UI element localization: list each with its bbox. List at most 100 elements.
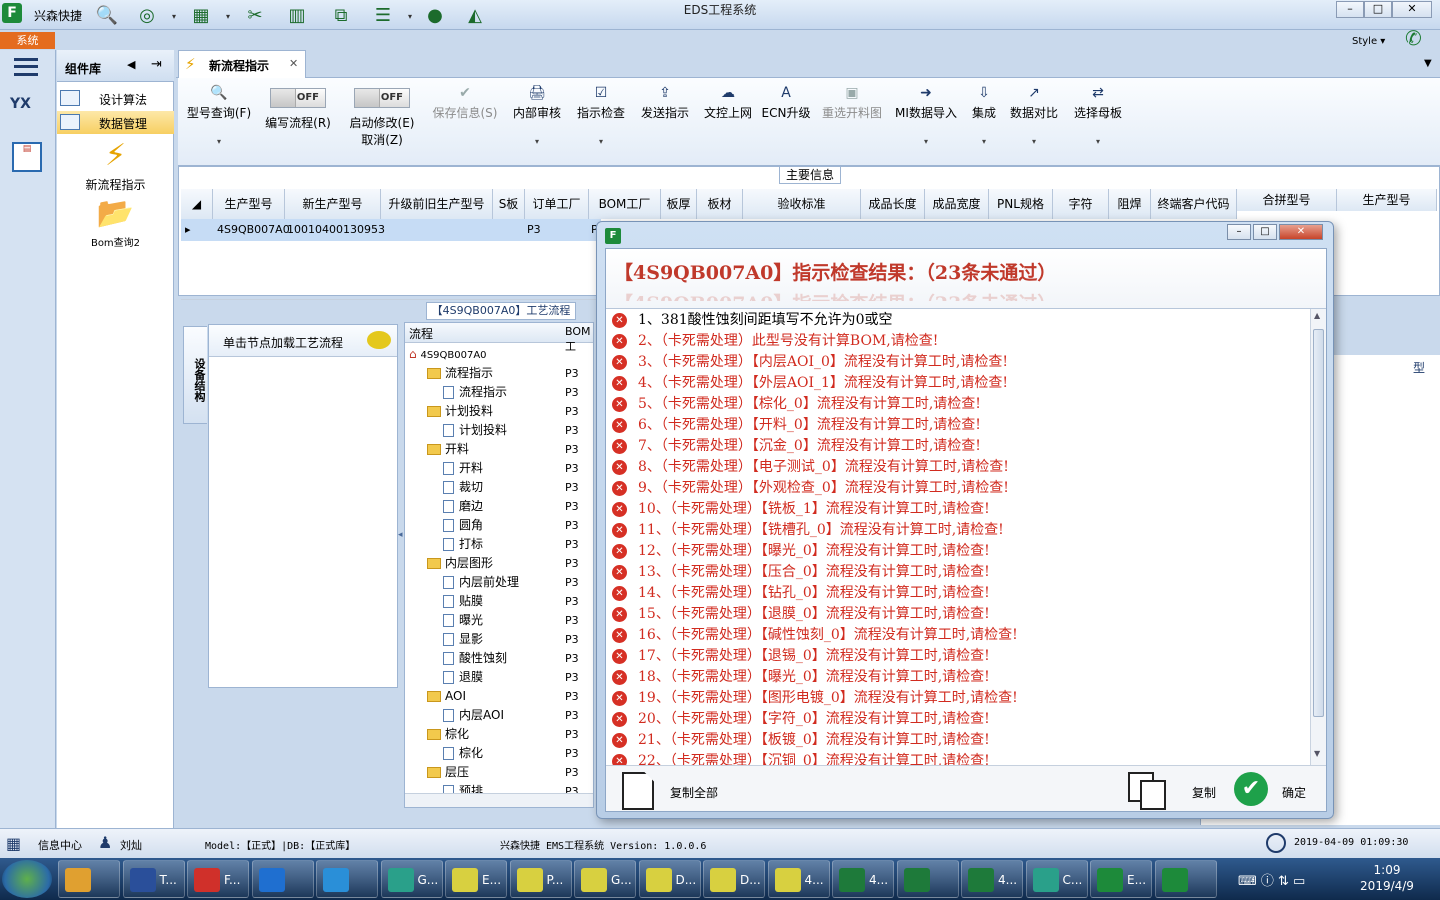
column-header[interactable]: 升级前旧生产型号 [381, 189, 493, 219]
tree-node[interactable]: 曝光 P3 [405, 611, 593, 630]
tree-node[interactable]: 内层前处理 P3 [405, 573, 593, 592]
reselect-cut-diagram-button[interactable]: ▣ 重选开料图 [820, 82, 884, 162]
chevron-down-icon[interactable]: ▾ [226, 12, 230, 21]
style-dropdown[interactable]: Style ▾ [1352, 36, 1385, 47]
tree-node[interactable]: 流程指示 P3 [405, 383, 593, 402]
system-menu-tab[interactable]: 系统 [0, 32, 55, 49]
ecn-upgrade-button[interactable]: A ECN升级 [760, 82, 812, 162]
list-item[interactable]: ✕ 19、（卡死需处理）【图形电镀_0】流程没有计算工时,请检查! [606, 688, 1310, 709]
column-header[interactable]: 合拼型号 [1237, 189, 1337, 211]
taskbar-button[interactable] [251, 860, 314, 898]
table-row[interactable]: ▸ 4S9QB007A0 10010400130953 P3 P [181, 219, 601, 241]
scroll-up-icon[interactable]: ▲ [1314, 311, 1320, 320]
taskbar-button[interactable]: 4... [961, 860, 1023, 898]
chevron-down-icon[interactable]: ▾ [182, 137, 256, 146]
list-item[interactable]: ✕ 4、（卡死需处理）【外层AOI_1】流程没有计算工时,请检查! [606, 373, 1310, 394]
tree-node[interactable]: AOI P3 [405, 687, 593, 706]
list-item[interactable]: ✕ 10、（卡死需处理）【铣板_1】流程没有计算工时,请检查! [606, 499, 1310, 520]
chevron-down-icon[interactable]: ▾ [172, 12, 176, 21]
tree-root-node[interactable]: ⌂ 4S9QB007A0 [405, 345, 593, 364]
taskbar-button[interactable] [58, 860, 120, 898]
send-instruction-button[interactable]: ⇪ 发送指示 [636, 82, 694, 162]
tab-equipment-structure[interactable]: 设备结构 [183, 326, 207, 424]
tree-node[interactable]: 内层AOI P3 [405, 706, 593, 725]
tree-node[interactable]: 棕化 P3 [405, 744, 593, 763]
list-item[interactable]: ✕ 9、（卡死需处理）【外观检查_0】流程没有计算工时,请检查! [606, 478, 1310, 499]
dialog-maximize-button[interactable]: □ [1253, 224, 1277, 240]
integrate-button[interactable]: ⇩ 集成 ▾ [966, 82, 1002, 162]
taskbar-button[interactable]: F... [187, 860, 249, 898]
ok-button[interactable]: 确定 [1282, 784, 1306, 801]
tree-node[interactable]: 计划投料 P3 [405, 421, 593, 440]
bom-query-button[interactable]: 📂 Bom查询2 [57, 196, 174, 249]
copy-icon[interactable] [1128, 772, 1168, 810]
tree-node[interactable]: 圆角 P3 [405, 516, 593, 535]
column-header[interactable]: 阻焊 [1109, 189, 1151, 219]
tree-node[interactable]: 棕化 P3 [405, 725, 593, 744]
chart-icon[interactable]: ◭ [462, 3, 488, 27]
component-item-data-management[interactable]: 数据管理 [57, 111, 174, 134]
component-item-design-algorithm[interactable]: 设计算法 [57, 87, 174, 110]
globe-icon[interactable]: ◎ [134, 3, 160, 27]
tab-new-flow-instruction[interactable]: ⚡ 新流程指示 ✕ [178, 50, 306, 78]
chevron-down-icon[interactable]: ▾ [508, 137, 566, 146]
tree-node[interactable]: 磨边 P3 [405, 497, 593, 516]
tree-node[interactable]: 开料 P3 [405, 459, 593, 478]
pin-icon[interactable]: ⇥ [151, 57, 162, 72]
column-header[interactable]: 终端客户代码 [1151, 189, 1237, 219]
list-item[interactable]: ✕ 2、（卡死需处理）此型号没有计算BOM,请检查! [606, 331, 1310, 352]
copy-all-button[interactable]: 复制全部 [670, 784, 718, 801]
film-icon[interactable]: ▥ [284, 3, 310, 27]
chevron-down-icon[interactable]: ▾ [408, 12, 412, 21]
column-header[interactable]: BOM工厂 [589, 189, 661, 219]
document-icon[interactable] [622, 772, 654, 810]
instruction-check-button[interactable]: ☑ 指示检查 ▾ [572, 82, 630, 162]
mi-data-import-button[interactable]: ➜ MI数据导入 ▾ [894, 82, 958, 162]
user-icon[interactable]: ● [422, 3, 448, 27]
tree-column-flow[interactable]: 流程 [409, 325, 433, 342]
chevron-down-icon[interactable]: ▼ [1424, 58, 1432, 69]
taskbar-button[interactable]: D... [638, 860, 701, 898]
taskbar-button[interactable]: 4... [767, 860, 830, 898]
column-header[interactable]: 验收标准 [743, 189, 861, 219]
chevron-down-icon[interactable]: ▾ [966, 137, 1002, 146]
taskbar-button[interactable]: P... [509, 860, 572, 898]
taskbar-button[interactable]: T... [122, 860, 185, 898]
list-item[interactable]: ✕ 6、（卡死需处理）【开料_0】流程没有计算工时,请检查! [606, 415, 1310, 436]
phone-icon[interactable]: ✆ [1405, 26, 1422, 50]
splitter-handle-icon[interactable]: ◂ [398, 530, 403, 540]
list-item[interactable]: ✕ 17、（卡死需处理）【退锡_0】流程没有计算工时,请检查! [606, 646, 1310, 667]
tree-node[interactable]: 计划投料 P3 [405, 402, 593, 421]
tree-node[interactable]: 开料 P3 [405, 440, 593, 459]
search-icon[interactable]: 🔍 [94, 3, 120, 27]
column-header[interactable]: 生产型号 [1337, 189, 1437, 211]
tree-node[interactable]: 显影 P3 [405, 630, 593, 649]
write-flow-toggle[interactable]: OFF 编写流程(R) [260, 88, 336, 168]
taskbar-button[interactable]: G... [574, 860, 636, 898]
list-item[interactable]: ✕ 7、（卡死需处理）【沉金_0】流程没有计算工时,请检查! [606, 436, 1310, 457]
grid-icon[interactable]: ▦ [188, 3, 214, 27]
maximize-button[interactable]: □ [1364, 1, 1392, 18]
tree-node[interactable]: 流程指示 P3 [405, 364, 593, 383]
taskbar-button[interactable] [316, 860, 378, 898]
column-header[interactable]: PNL规格 [989, 189, 1053, 219]
column-header[interactable]: 生产型号 [213, 189, 285, 219]
list-item[interactable]: ✕ 22、（卡死需处理）【沉铜_0】流程没有计算工时,请检查! [606, 751, 1310, 765]
save-info-button[interactable]: ✔ 保存信息(S) [430, 82, 500, 162]
doc-control-online-button[interactable]: ☁ 文控上网 [700, 82, 756, 162]
hamburger-menu-icon[interactable] [14, 58, 38, 76]
copy-icon[interactable]: ⧉ [328, 3, 354, 27]
select-motherboard-button[interactable]: ⇄ 选择母板 ▾ [1070, 82, 1126, 162]
scroll-thumb[interactable] [1313, 329, 1324, 717]
list-item[interactable]: ✕ 12、（卡死需处理）【曝光_0】流程没有计算工时,请检查! [606, 541, 1310, 562]
taskbar-button[interactable] [896, 860, 959, 898]
chevron-down-icon[interactable]: ▾ [1008, 137, 1060, 146]
taskbar-clock[interactable]: 1:09 2019/4/9 [1352, 862, 1422, 894]
column-header[interactable]: 字符 [1053, 189, 1109, 219]
scroll-down-icon[interactable]: ▼ [1314, 749, 1320, 758]
collapse-left-icon[interactable]: ◀ [127, 58, 135, 71]
cancel-label[interactable]: 取消(Z) [344, 131, 420, 148]
internal-review-button[interactable]: 🖨 内部审核 ▾ [508, 82, 566, 162]
tools-icon[interactable]: ✂ [242, 3, 268, 27]
check-circle-icon[interactable]: ✔ [1234, 772, 1268, 806]
